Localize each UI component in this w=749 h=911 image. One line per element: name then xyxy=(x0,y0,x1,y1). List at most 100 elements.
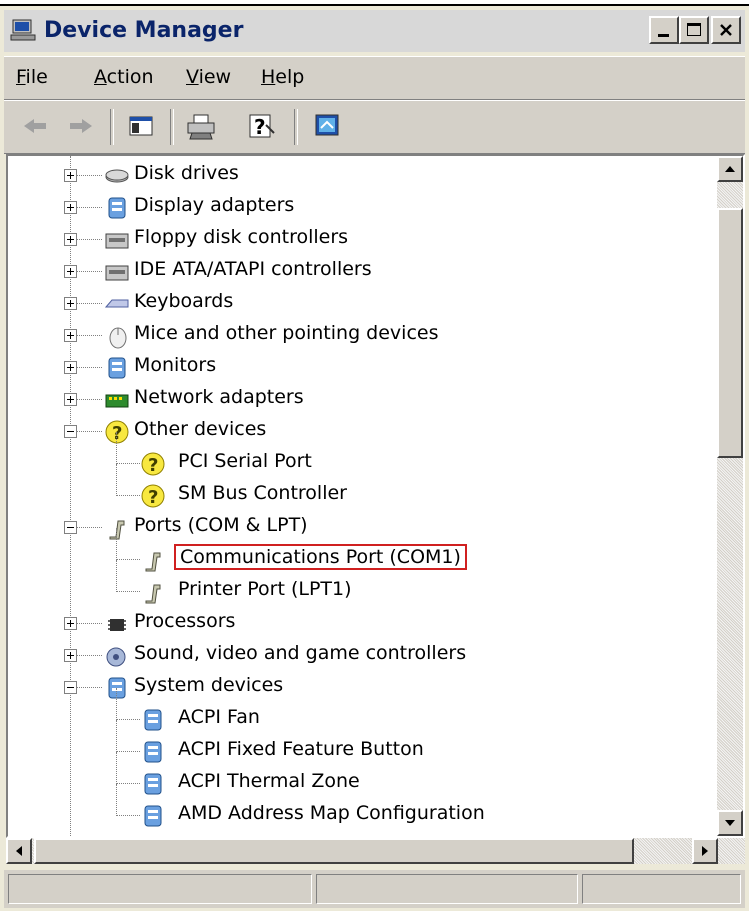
scroll-left-button[interactable] xyxy=(6,838,32,864)
tree-connector xyxy=(116,495,140,496)
help-icon[interactable]: ? xyxy=(244,111,278,141)
expand-icon[interactable] xyxy=(64,233,77,246)
collapse-icon[interactable] xyxy=(64,681,77,694)
tree-device[interactable]: ACPI Fan xyxy=(8,688,708,736)
status-pane-main xyxy=(8,874,312,904)
close-button[interactable] xyxy=(711,16,741,44)
tree-category[interactable]: Monitors xyxy=(8,352,708,384)
window-title: Device Manager xyxy=(44,18,244,43)
vertical-scroll-thumb[interactable] xyxy=(717,208,743,458)
tree-category[interactable]: IDE ATA/ATAPI controllers xyxy=(8,256,708,288)
scan-hardware-icon[interactable] xyxy=(310,111,344,141)
device-tree: Disk drives Display adapters Floppy disk c… xyxy=(8,156,716,836)
tree-category[interactable]: Display adapters xyxy=(8,192,708,224)
vertical-scrollbar[interactable] xyxy=(717,156,743,836)
menu-view[interactable]: View xyxy=(186,66,231,88)
expand-icon[interactable] xyxy=(64,297,77,310)
floppy-controller-icon xyxy=(105,233,129,249)
horizontal-scroll-thumb[interactable] xyxy=(34,838,634,864)
status-pane-secondary xyxy=(316,874,578,904)
scroll-up-button[interactable] xyxy=(717,156,743,182)
menu-file[interactable]: File xyxy=(16,66,48,88)
expand-icon[interactable] xyxy=(64,265,77,278)
tree-connector xyxy=(116,560,117,592)
system-device-icon xyxy=(108,677,126,699)
tree-category[interactable]: Mice and other pointing devices xyxy=(8,320,708,352)
tree-device[interactable]: Communications Port (COM1) xyxy=(8,528,708,576)
expand-icon[interactable] xyxy=(64,393,77,406)
device-tree-view[interactable]: Disk drives Display adapters Floppy disk c… xyxy=(6,154,745,838)
tree-item-label: SM Bus Controller xyxy=(178,482,347,504)
expand-icon[interactable] xyxy=(64,329,77,342)
scroll-down-icon xyxy=(725,820,735,826)
tree-item-label: ACPI Fan xyxy=(178,706,260,728)
tree-device[interactable]: ACPI Fixed Feature Button xyxy=(8,720,708,768)
tree-connector xyxy=(116,464,117,496)
tree-category[interactable]: Sound, video and game controllers xyxy=(8,640,708,672)
scroll-right-button[interactable] xyxy=(692,838,718,864)
port-icon xyxy=(109,520,125,540)
tree-device[interactable]: ? SM Bus Controller xyxy=(8,464,708,512)
tree-item-label: System devices xyxy=(134,674,284,696)
maximize-icon xyxy=(687,23,701,36)
expand-icon[interactable] xyxy=(64,169,77,182)
expand-icon[interactable] xyxy=(64,649,77,662)
title-bar[interactable]: Device Manager xyxy=(4,10,745,52)
svg-text:?: ? xyxy=(112,423,122,444)
device-manager-window: Device Manager File Action View Help ? D… xyxy=(0,0,749,911)
highlighted-tree-item-label: Communications Port (COM1) xyxy=(174,544,467,570)
maximize-button[interactable] xyxy=(679,16,709,44)
tree-category[interactable]: Keyboards xyxy=(8,288,708,320)
back-arrow-icon[interactable] xyxy=(18,111,52,141)
tree-item-label: Floppy disk controllers xyxy=(134,226,349,248)
scroll-left-icon xyxy=(16,846,22,856)
expand-icon[interactable] xyxy=(64,201,77,214)
tree-connector xyxy=(116,528,117,560)
collapse-icon[interactable] xyxy=(64,521,77,534)
menu-action[interactable]: Action xyxy=(94,66,154,88)
system-device-icon xyxy=(144,709,162,731)
tree-category[interactable]: ? Other devices xyxy=(8,416,708,448)
forward-arrow-icon[interactable] xyxy=(64,111,98,141)
system-device-icon xyxy=(144,773,162,795)
tree-device[interactable]: AMD Address Map Configuration xyxy=(8,784,708,832)
tree-item-label: Keyboards xyxy=(134,290,234,312)
system-device-icon xyxy=(144,805,162,827)
tree-item-label: Printer Port (LPT1) xyxy=(178,578,352,600)
close-icon xyxy=(720,24,732,36)
print-icon[interactable] xyxy=(184,111,218,141)
tree-category[interactable]: System devices xyxy=(8,672,708,704)
unknown-device-icon: ? xyxy=(141,484,165,508)
expand-icon[interactable] xyxy=(64,361,77,374)
tree-item-label: Sound, video and game controllers xyxy=(134,642,467,664)
tree-device[interactable]: ACPI Thermal Zone xyxy=(8,752,708,800)
show-hide-console-tree-icon[interactable] xyxy=(124,111,158,141)
menu-bar: File Action View Help xyxy=(4,56,745,100)
tree-connector xyxy=(116,783,140,784)
tree-category[interactable]: Disk drives xyxy=(8,160,708,192)
tree-connector xyxy=(116,688,117,720)
menu-help[interactable]: Help xyxy=(261,66,304,88)
collapse-icon[interactable] xyxy=(64,425,77,438)
tree-category[interactable]: Floppy disk controllers xyxy=(8,224,708,256)
tree-item-label: Processors xyxy=(134,610,236,632)
status-pane-tertiary xyxy=(582,874,741,904)
expand-icon[interactable] xyxy=(64,617,77,630)
tree-item-label: AMD Address Map Configuration xyxy=(178,802,485,824)
svg-text:?: ? xyxy=(148,487,158,508)
horizontal-scrollbar[interactable] xyxy=(6,838,745,864)
tree-category[interactable]: Processors xyxy=(8,608,708,640)
minimize-button[interactable] xyxy=(649,16,679,44)
toolbar-separator xyxy=(170,109,174,145)
svg-text:?: ? xyxy=(148,455,158,476)
tree-device[interactable]: ? PCI Serial Port xyxy=(8,432,708,480)
scroll-down-button[interactable] xyxy=(717,810,743,836)
tree-category[interactable]: Network adapters xyxy=(8,384,708,416)
tree-connector xyxy=(116,784,117,816)
tree-item-label: Monitors xyxy=(134,354,217,376)
tree-category[interactable]: Ports (COM & LPT) xyxy=(8,512,708,544)
unknown-device-icon: ? xyxy=(141,452,165,476)
processor-icon xyxy=(108,619,126,631)
tree-device[interactable]: Printer Port (LPT1) xyxy=(8,560,708,608)
keyboard-icon xyxy=(104,299,129,308)
